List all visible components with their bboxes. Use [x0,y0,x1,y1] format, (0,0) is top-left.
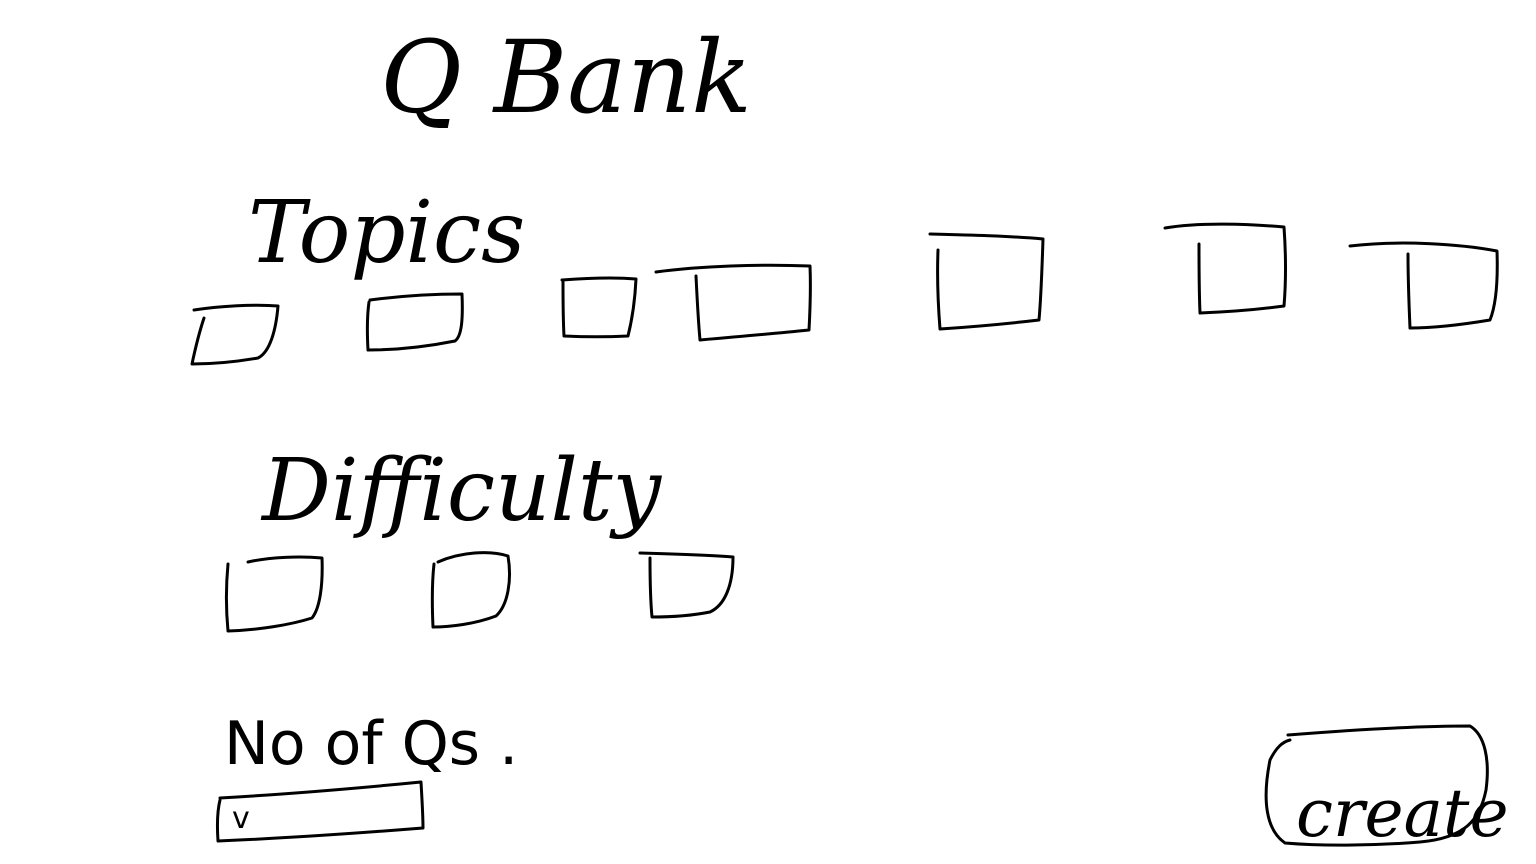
question-count-value: v [232,801,250,836]
difficulty-checkbox-2[interactable] [430,551,511,629]
topic-checkbox-4[interactable] [654,263,812,342]
create-button[interactable]: create [1264,724,1509,852]
difficulty-label: Difficulty [260,441,663,541]
topic-checkbox-7[interactable] [1348,241,1499,330]
topics-label: Topics [248,183,525,283]
difficulty-checkbox-group [225,551,735,633]
topic-checkbox-1[interactable] [190,303,280,366]
question-count-input[interactable]: v [215,780,425,843]
topic-checkbox-6[interactable] [1163,222,1287,315]
topic-checkbox-2[interactable] [365,292,464,352]
topic-checkbox-5[interactable] [928,232,1045,331]
topic-checkbox-3[interactable] [560,276,638,339]
question-count-label: No of Qs . [224,709,518,779]
page-title: Q Bank [380,19,752,136]
difficulty-checkbox-3[interactable] [638,551,735,619]
difficulty-checkbox-1[interactable] [225,555,324,633]
wireframe-canvas: Q Bank Topics Difficulty No of Qs . v cr… [190,19,1509,852]
create-button-label: create [1296,775,1509,852]
